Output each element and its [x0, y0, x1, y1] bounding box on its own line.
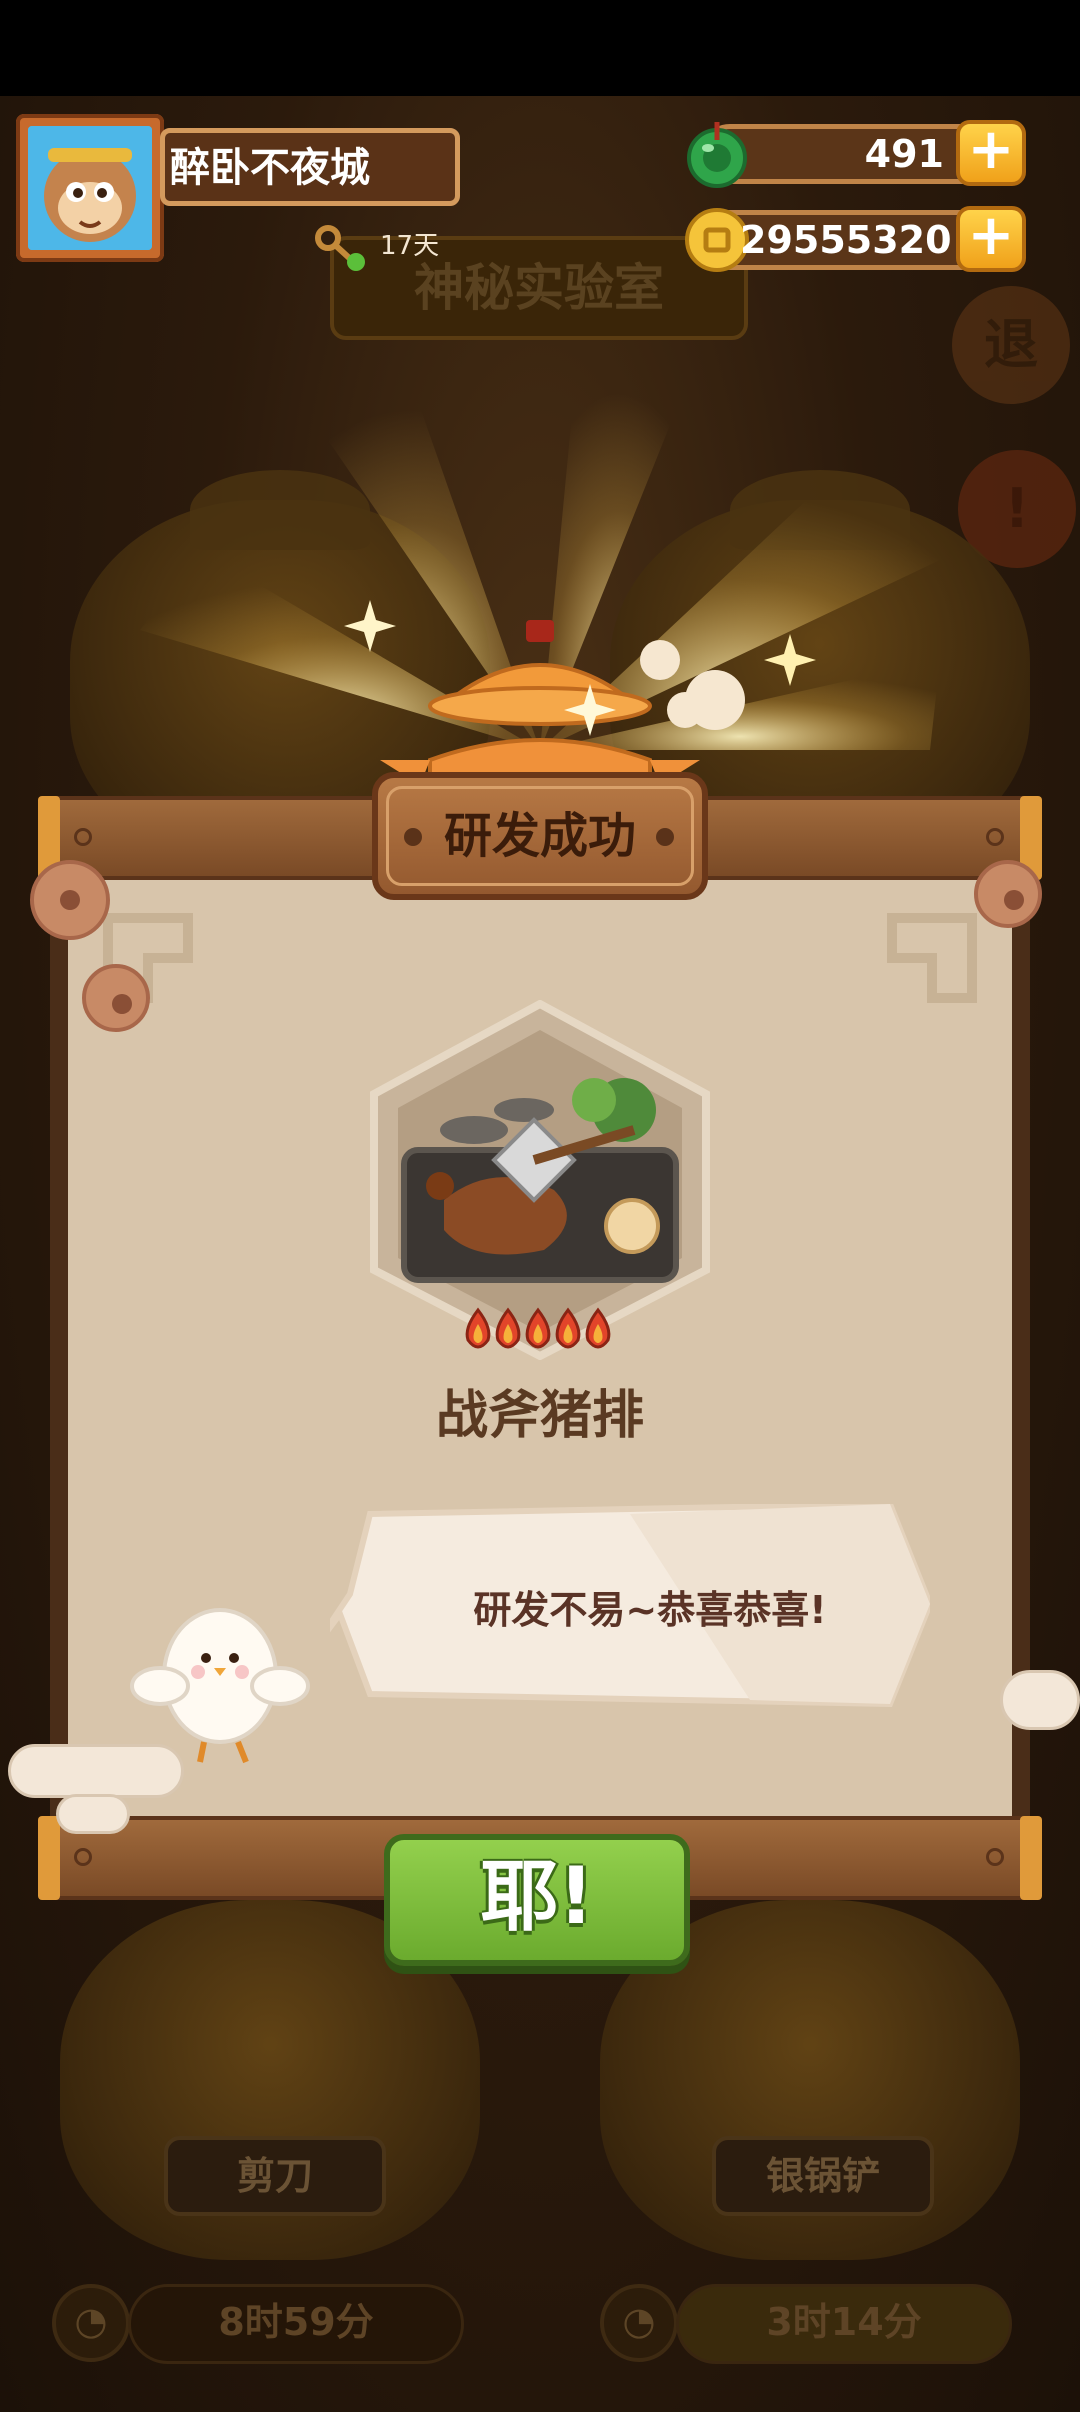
exit-button[interactable]: 退	[952, 286, 1070, 404]
status-bar	[0, 0, 1080, 96]
flower-icon	[974, 860, 1042, 928]
rail-bolt	[74, 1848, 92, 1866]
coin-count: 29555320	[740, 218, 952, 262]
cloud-decoration	[8, 1744, 184, 1798]
gem-icon	[687, 122, 747, 188]
player-name: 醉卧不夜城	[170, 145, 370, 191]
modal-title: 研发成功	[443, 808, 636, 864]
gem-count: 491	[864, 132, 944, 176]
dish-name: 战斧猪排	[435, 1386, 644, 1446]
speech-text: 研发不易~恭喜恭喜!	[473, 1588, 827, 1632]
rail-bolt	[74, 828, 92, 846]
alert-label: !	[1004, 477, 1030, 540]
timer-right-text: 3时14分	[766, 2300, 922, 2344]
confirm-button-label: 耶!	[480, 1852, 594, 1942]
clock-icon: ◔	[600, 2284, 678, 2362]
sparkle-icon	[564, 684, 616, 736]
timer-left-text: 8时59分	[218, 2300, 374, 2344]
cauldron-label-right: 银锅铲	[712, 2136, 934, 2216]
rail-bolt	[986, 1848, 1004, 1866]
sparkle-icon	[344, 600, 396, 652]
rail-bolt	[986, 828, 1004, 846]
add-gems-button[interactable]: +	[956, 120, 1026, 186]
spice-flames	[465, 1307, 611, 1349]
cloud-decoration	[56, 1794, 130, 1834]
timer-bar-left: 8时59分	[128, 2284, 464, 2364]
chick-mascot	[130, 1608, 310, 1764]
clock-icon: ◔	[52, 2284, 130, 2362]
cauldron-right-name: 银锅铲	[765, 2154, 880, 2198]
flower-icon	[82, 964, 150, 1032]
cauldron-left-name: 剪刀	[236, 2154, 313, 2198]
rail-cap	[1020, 1816, 1042, 1900]
cloud-decoration	[1000, 1670, 1080, 1730]
days-remaining: 17天	[380, 231, 440, 261]
exit-label: 退	[984, 313, 1038, 376]
lab-title: 神秘实验室	[414, 259, 664, 317]
steam-cloud-icon	[640, 640, 745, 730]
timer-bar-right: 3时14分	[676, 2284, 1012, 2364]
monkey-avatar-icon	[28, 126, 152, 250]
corner-pattern	[887, 913, 977, 1003]
flower-icon	[30, 860, 110, 940]
tomahawk-pork-chop-image	[401, 1078, 679, 1283]
spice-level	[460, 1306, 620, 1356]
rail-cap	[38, 1816, 60, 1900]
add-coins-button[interactable]: +	[956, 206, 1026, 272]
key-icon	[315, 225, 365, 271]
avatar[interactable]	[28, 126, 152, 250]
cauldron-label-left: 剪刀	[164, 2136, 386, 2216]
